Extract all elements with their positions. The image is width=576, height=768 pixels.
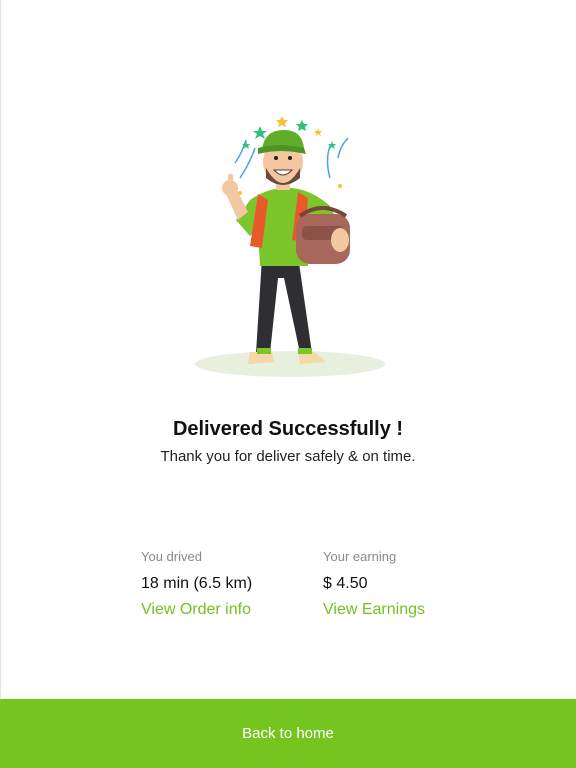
drive-value: 18 min (6.5 km) <box>141 575 253 592</box>
view-order-info-link[interactable]: View Order info <box>141 601 321 619</box>
left-edge-divider <box>0 0 1 698</box>
earning-label: Your earning <box>323 549 397 564</box>
earning-summary: Your earning $ 4.50 View Earnings <box>323 549 503 619</box>
drive-summary: You drived 18 min (6.5 km) View Order in… <box>141 549 321 619</box>
success-title: Delivered Successfully ! <box>172 418 404 440</box>
earning-value: $ 4.50 <box>323 575 368 592</box>
success-subtitle: Thank you for deliver safely & on time. <box>160 448 416 465</box>
view-earnings-link[interactable]: View Earnings <box>323 601 503 619</box>
back-to-home-label: Back to home <box>242 725 334 742</box>
drive-label: You drived <box>141 549 202 564</box>
back-to-home-button[interactable]: Back to home <box>0 699 576 768</box>
delivery-man-illustration <box>195 116 385 377</box>
